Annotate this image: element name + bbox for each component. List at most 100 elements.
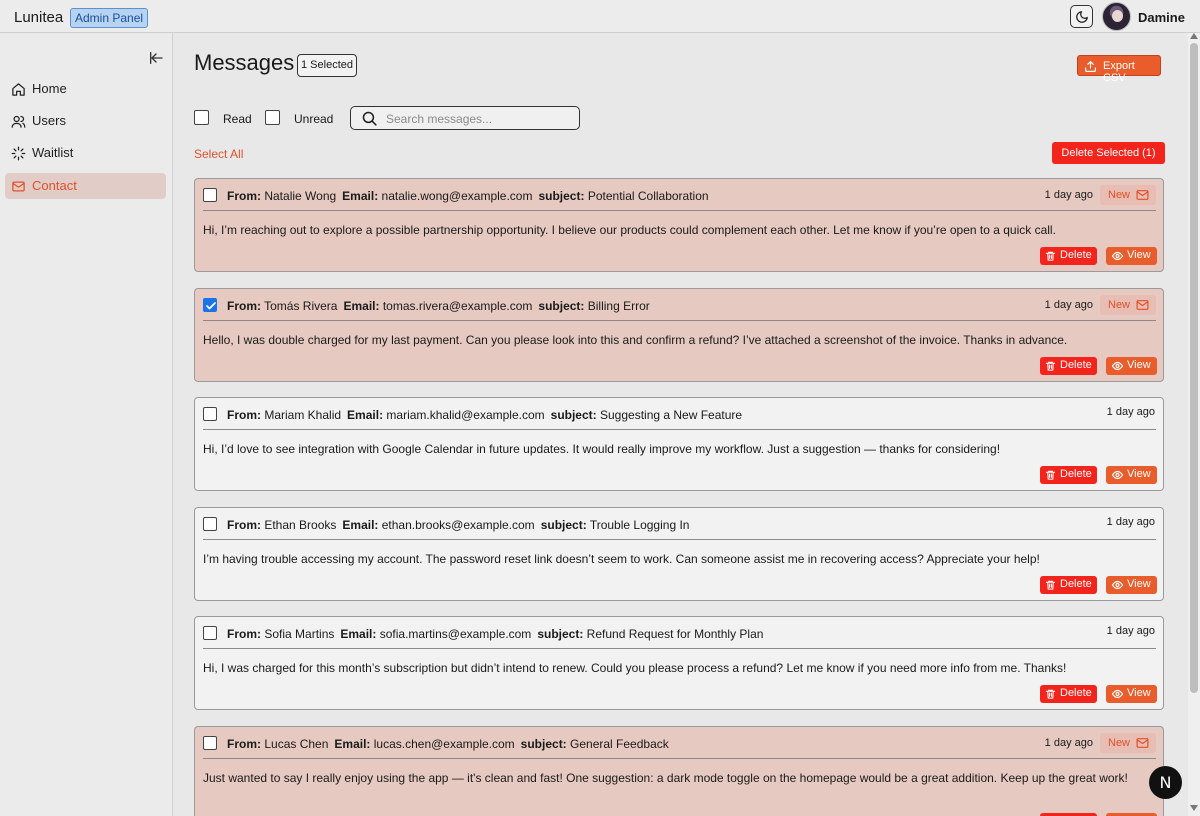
sidebar-item-label: Home bbox=[32, 81, 67, 96]
new-badge: New bbox=[1100, 733, 1156, 753]
message-checkbox[interactable] bbox=[203, 298, 217, 312]
eye-icon bbox=[1111, 470, 1124, 480]
message-checkbox[interactable] bbox=[203, 736, 217, 750]
message-date: 1 day ago bbox=[1044, 737, 1093, 749]
selected-count-badge: 1 Selected bbox=[297, 54, 357, 77]
delete-label: Delete bbox=[1060, 578, 1092, 590]
sidebar-item-waitlist[interactable]: Waitlist bbox=[5, 140, 166, 166]
view-message-button[interactable]: View bbox=[1106, 247, 1157, 265]
sender-email: sofia.martins@example.com bbox=[379, 627, 532, 641]
email-label: Email: bbox=[347, 408, 384, 422]
message-card[interactable]: From: Sofia Martins Email: sofia.martins@… bbox=[194, 616, 1164, 710]
sidebar-item-label: Waitlist bbox=[32, 145, 74, 160]
message-subject: Suggesting a New Feature bbox=[600, 408, 743, 422]
message-body: Hi, I’m reaching out to explore a possib… bbox=[203, 223, 1056, 237]
message-meta: From: Sofia Martins Email: sofia.martins@… bbox=[227, 627, 763, 641]
from-label: From: bbox=[227, 408, 261, 422]
message-divider bbox=[203, 210, 1156, 211]
read-filter-checkbox[interactable] bbox=[194, 110, 209, 125]
username[interactable]: Damine bbox=[1138, 10, 1185, 25]
view-message-button[interactable]: View bbox=[1106, 357, 1157, 375]
sender-name: Lucas Chen bbox=[264, 737, 329, 751]
message-meta: From: Mariam Khalid Email: mariam.khalid@… bbox=[227, 408, 742, 422]
theme-toggle-button[interactable] bbox=[1070, 5, 1093, 28]
message-meta: From: Lucas Chen Email: lucas.chen@exampl… bbox=[227, 737, 669, 751]
check-icon bbox=[206, 302, 216, 310]
view-message-button[interactable]: View bbox=[1106, 576, 1157, 594]
subject-label: subject: bbox=[540, 518, 587, 532]
scroll-down-icon[interactable] bbox=[1190, 805, 1198, 811]
delete-message-button[interactable]: Delete bbox=[1040, 357, 1097, 375]
upload-icon bbox=[1085, 61, 1096, 72]
mail-icon bbox=[12, 181, 25, 192]
from-label: From: bbox=[227, 737, 261, 751]
message-body: I’m having trouble accessing my account.… bbox=[203, 552, 1040, 566]
view-label: View bbox=[1127, 468, 1151, 480]
trash-icon bbox=[1045, 470, 1056, 480]
message-card[interactable]: From: Natalie Wong Email: natalie.wong@ex… bbox=[194, 178, 1164, 272]
delete-selected-button[interactable]: Delete Selected (1) bbox=[1052, 142, 1165, 164]
from-label: From: bbox=[227, 189, 261, 203]
message-divider bbox=[203, 320, 1156, 321]
message-body: Hello, I was double charged for my last … bbox=[203, 333, 1068, 347]
message-subject: Billing Error bbox=[587, 299, 650, 313]
export-csv-button[interactable]: Export CSV bbox=[1077, 55, 1161, 84]
search-input[interactable] bbox=[386, 110, 571, 127]
home-icon bbox=[12, 83, 25, 96]
view-message-button[interactable]: View bbox=[1106, 466, 1157, 484]
new-label: New bbox=[1108, 737, 1131, 749]
email-label: Email: bbox=[340, 627, 377, 641]
sender-email: tomas.rivera@example.com bbox=[382, 299, 533, 313]
message-date: 1 day ago bbox=[1044, 189, 1093, 201]
message-divider bbox=[203, 648, 1156, 649]
sender-name: Tomás Rivera bbox=[264, 299, 338, 313]
from-label: From: bbox=[227, 518, 261, 532]
view-label: View bbox=[1127, 578, 1151, 590]
message-card[interactable]: From: Lucas Chen Email: lucas.chen@exampl… bbox=[194, 726, 1164, 816]
delete-message-button[interactable]: Delete bbox=[1040, 247, 1097, 265]
sender-name: Mariam Khalid bbox=[264, 408, 342, 422]
select-all-link[interactable]: Select All bbox=[194, 147, 243, 161]
message-checkbox[interactable] bbox=[203, 626, 217, 640]
message-checkbox[interactable] bbox=[203, 407, 217, 421]
message-card[interactable]: From: Mariam Khalid Email: mariam.khalid@… bbox=[194, 397, 1164, 491]
avatar[interactable] bbox=[1102, 2, 1131, 31]
scroll-up-icon[interactable] bbox=[1190, 33, 1198, 39]
scrollbar[interactable] bbox=[1188, 33, 1200, 816]
email-label: Email: bbox=[342, 518, 379, 532]
message-checkbox[interactable] bbox=[203, 517, 217, 531]
sidebar-item-contact[interactable]: Contact bbox=[5, 173, 166, 199]
message-card[interactable]: From: Tomás Rivera Email: tomas.rivera@ex… bbox=[194, 288, 1164, 382]
sidebar-item-home[interactable]: Home bbox=[5, 76, 166, 102]
message-body: Hi, I was charged for this month’s subsc… bbox=[203, 661, 1067, 675]
trash-icon bbox=[1045, 361, 1056, 371]
subject-label: subject: bbox=[538, 299, 585, 313]
view-label: View bbox=[1127, 359, 1151, 371]
message-card[interactable]: From: Ethan Brooks Email: ethan.brooks@ex… bbox=[194, 507, 1164, 601]
view-message-button[interactable]: View bbox=[1106, 685, 1157, 703]
unread-filter-checkbox[interactable] bbox=[265, 110, 280, 125]
delete-message-button[interactable]: Delete bbox=[1040, 576, 1097, 594]
delete-label: Delete bbox=[1060, 468, 1092, 480]
eye-icon bbox=[1111, 361, 1124, 371]
top-bar: Lunitea Admin Panel Damine bbox=[0, 0, 1200, 33]
mail-icon bbox=[1136, 300, 1149, 310]
dev-tools-badge[interactable]: N bbox=[1149, 766, 1182, 799]
collapse-sidebar-icon[interactable] bbox=[148, 50, 164, 66]
subject-label: subject: bbox=[537, 627, 584, 641]
search-box[interactable] bbox=[350, 106, 580, 130]
delete-message-button[interactable]: Delete bbox=[1040, 685, 1097, 703]
unread-filter-label: Unread bbox=[294, 112, 334, 126]
mail-icon bbox=[1136, 738, 1149, 748]
scroll-thumb[interactable] bbox=[1190, 43, 1198, 693]
message-checkbox[interactable] bbox=[203, 188, 217, 202]
from-label: From: bbox=[227, 627, 261, 641]
brand-name[interactable]: Lunitea bbox=[14, 9, 63, 26]
message-date: 1 day ago bbox=[1044, 299, 1093, 311]
sidebar-item-users[interactable]: Users bbox=[5, 108, 166, 134]
delete-message-button[interactable]: Delete bbox=[1040, 466, 1097, 484]
loader-icon bbox=[11, 146, 26, 161]
message-date: 1 day ago bbox=[1106, 625, 1155, 637]
subject-label: subject: bbox=[538, 189, 585, 203]
search-icon bbox=[362, 111, 377, 126]
